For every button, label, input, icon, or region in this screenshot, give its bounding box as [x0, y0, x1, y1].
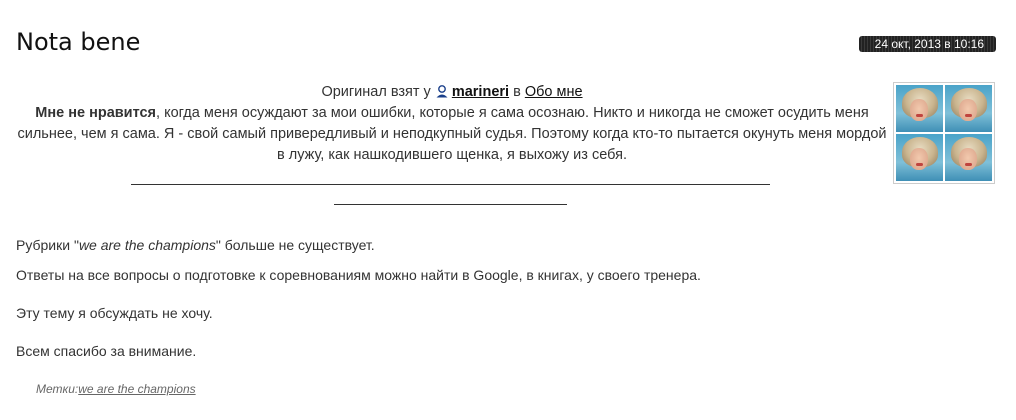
body-paragraph-2: Ответы на все вопросы о подготовке к сор…: [16, 267, 701, 283]
post-tags: Метки:we are the champions: [36, 382, 196, 396]
quote-prefix: Оригинал взят у: [321, 84, 431, 100]
post-date: 24 окт, 2013 в 10:16: [858, 36, 996, 52]
photo-3: [896, 134, 943, 181]
tag-link[interactable]: we are the champions: [78, 382, 195, 396]
post-title: Nota bene: [16, 28, 141, 56]
body-paragraph-1: Рубрики "we are the champions" больше не…: [16, 237, 375, 253]
quote-in: в: [513, 84, 521, 100]
p1-italic: we are the champions: [78, 237, 216, 253]
quote-user-link[interactable]: marineri: [452, 84, 509, 100]
quote-text: Мне не нравится, когда меня осуждают за …: [16, 103, 888, 166]
p1-end: " больше не существует.: [215, 237, 375, 253]
user-icon[interactable]: [435, 84, 449, 98]
quote-source-link[interactable]: Обо мне: [525, 84, 583, 100]
body-paragraph-4: Всем спасибо за внимание.: [16, 343, 197, 359]
divider-long: [131, 184, 770, 185]
divider-short: [334, 204, 567, 205]
quote-source-line: Оригинал взят у marineri в Обо мне: [16, 82, 888, 103]
photo-1: [896, 85, 943, 132]
quote-bold: Мне не нравится: [35, 105, 157, 121]
body-paragraph-3: Эту тему я обсуждать не хочу.: [16, 305, 213, 321]
p1-start: Рубрики ": [16, 237, 79, 253]
tags-label: Метки:: [36, 382, 79, 396]
quote-block: Оригинал взят у marineri в Обо мне Мне н…: [16, 82, 888, 166]
photo-4: [945, 134, 992, 181]
photo-2: [945, 85, 992, 132]
userpic-collage: [893, 82, 995, 184]
